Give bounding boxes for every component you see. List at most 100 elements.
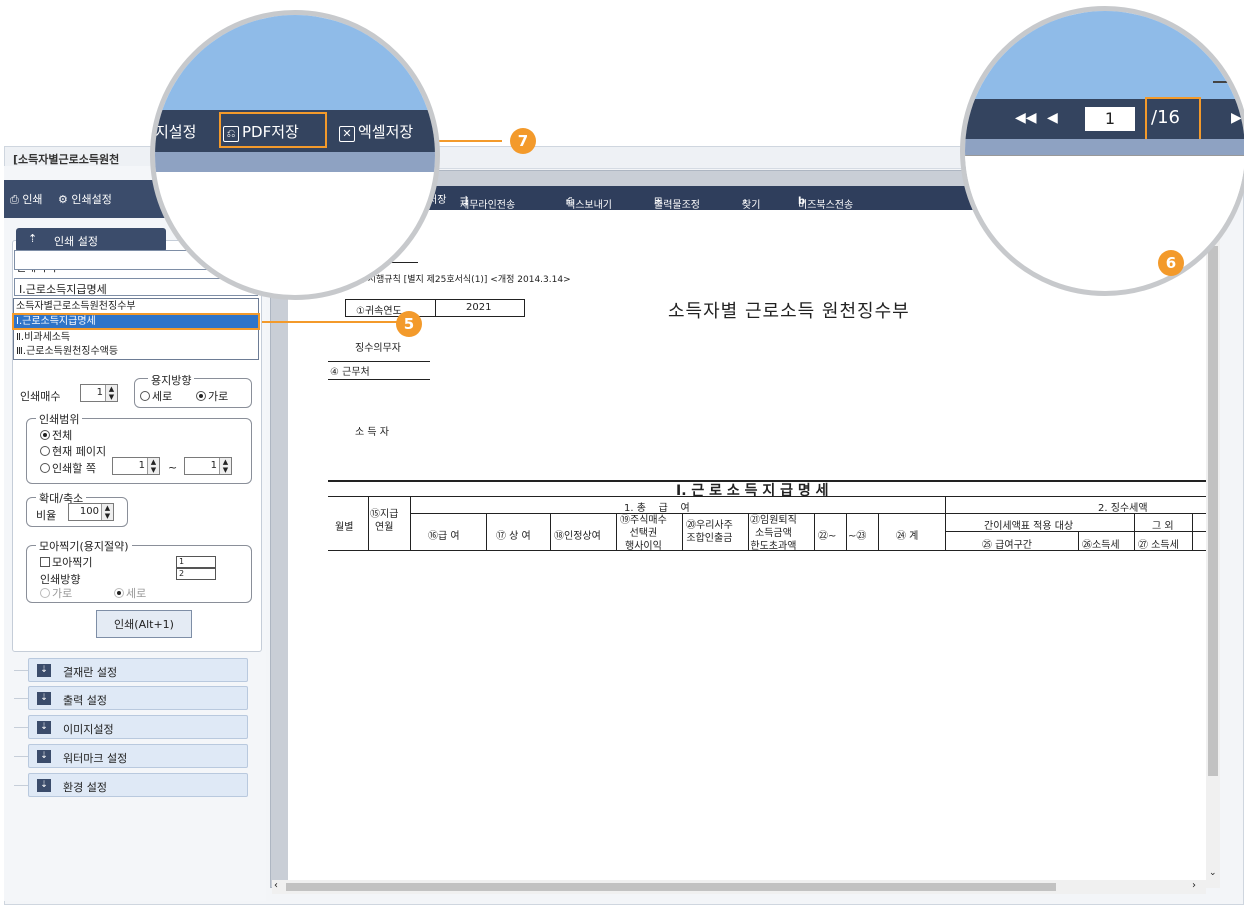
first-page-icon[interactable]: ◀◀: [1015, 110, 1037, 126]
prev-page-icon[interactable]: ◀: [1047, 110, 1058, 126]
col-blank-1: ㉒~: [818, 531, 837, 542]
table-col-line: [616, 513, 617, 550]
col-other: 그 외: [1152, 521, 1174, 532]
scroll-thumb[interactable]: [286, 883, 1056, 891]
expand-arrow-icon: ⇣: [37, 692, 51, 705]
print-settings-label: 인쇄설정: [71, 193, 112, 206]
format-selected-value[interactable]: Ⅰ.근로소득지급명세: [14, 278, 258, 296]
scroll-thumb[interactable]: [1208, 246, 1218, 776]
excel-save-label: 엑셀저장: [358, 123, 414, 141]
nup-dir-landscape-radio[interactable]: 가로: [40, 585, 72, 601]
scroll-left-icon[interactable]: ‹: [274, 880, 278, 891]
zoom-item-prev: 지설정: [155, 123, 197, 141]
callout-highlight-7: [219, 112, 327, 148]
radio-label: 인쇄할 쪽: [52, 462, 96, 475]
range-from-stepper[interactable]: 1 ▲ ▼: [112, 457, 160, 475]
range-to-stepper[interactable]: 1 ▲ ▼: [184, 457, 232, 475]
zoom-background: [155, 15, 435, 110]
callout-highlight-6: [1145, 97, 1201, 141]
nup-value-field-2[interactable]: 2: [176, 568, 216, 580]
col-bonus: ⑰ 상 여: [496, 531, 531, 542]
range-to-value: 1: [210, 460, 217, 471]
format-option[interactable]: Ⅱ.비과세소득: [14, 331, 258, 344]
zoom-value: 100: [79, 506, 99, 517]
toolbar-label: 찾기: [742, 200, 761, 211]
table-col-line: [945, 496, 946, 550]
range-current-radio[interactable]: 현재 페이지: [40, 443, 106, 459]
zoom-stepper[interactable]: 100 ▲ ▼: [68, 503, 114, 521]
radio-label: 전체: [52, 429, 73, 442]
expand-arrow-icon: ⇣: [37, 750, 51, 763]
radio-label: 현재 페이지: [52, 445, 107, 458]
accordion-output[interactable]: ⇣ 출력 설정: [28, 686, 248, 710]
accordion-image[interactable]: ⇣ 이미지설정: [28, 715, 248, 739]
vertical-scrollbar[interactable]: ⌄: [1206, 238, 1220, 888]
divider: [14, 785, 28, 786]
table-col-line: [814, 513, 815, 550]
zoom-page-area: [965, 155, 1244, 215]
col-paydate: ⑮지급 연월: [370, 509, 399, 533]
zoom-page-nav: ◀◀ ◀ 1 /16 ▶: [965, 97, 1244, 141]
accordion-label: 출력 설정: [63, 694, 107, 707]
next-page-icon[interactable]: ▶: [1231, 110, 1242, 126]
expand-arrow-icon: ⇣: [37, 721, 51, 734]
table-col-line: [550, 513, 551, 550]
print-settings-header[interactable]: ⇡ 인쇄 설정: [16, 228, 166, 252]
nup-legend: 모아찍기(용지절약): [36, 538, 132, 554]
stepper-arrows-icon[interactable]: ▲ ▼: [101, 504, 113, 520]
orientation-landscape-radio[interactable]: 가로: [196, 388, 228, 404]
minimize-icon[interactable]: [1213, 81, 1229, 83]
range-pages-radio[interactable]: 인쇄할 쪽: [40, 460, 96, 476]
print-button[interactable]: ⎙ 인쇄: [10, 191, 43, 207]
zoom-toolbar: 지설정 ⎌ PDF저장 ✕ 엑셀저장: [155, 110, 435, 152]
stepper-arrows-icon[interactable]: ▲ ▼: [105, 385, 117, 401]
earner-label: 소 득 자: [355, 427, 389, 438]
range-all-radio[interactable]: 전체: [40, 427, 72, 443]
divider: [14, 727, 28, 728]
stepper-arrows-icon[interactable]: ▲ ▼: [219, 458, 231, 474]
page-number-input[interactable]: 1: [1085, 107, 1135, 131]
radio-label: 가로: [52, 587, 73, 600]
workplace-label: ④ 근무처: [330, 367, 370, 378]
window-title: [소득자별근로소득원천: [13, 153, 120, 166]
orientation-portrait-radio[interactable]: 세로: [140, 388, 172, 404]
col-ownership: ⑳우리사주 조합인출금: [686, 520, 733, 544]
nup-dir-portrait-radio[interactable]: 세로: [114, 585, 146, 601]
nup-checkbox[interactable]: 모아찍기: [40, 554, 92, 570]
table-col-line: [846, 513, 847, 550]
horizontal-scrollbar[interactable]: ‹ ›: [272, 880, 1206, 894]
print-submit-button[interactable]: 인쇄(Alt+1): [96, 610, 192, 638]
accordion-environment[interactable]: ⇣ 환경 설정: [28, 773, 248, 797]
radio-label: 세로: [126, 587, 147, 600]
scroll-down-icon[interactable]: ⌄: [1209, 868, 1217, 878]
expand-arrow-icon: ⇣: [37, 779, 51, 792]
divider: [328, 361, 430, 362]
collapse-arrow-icon: ⇡: [28, 232, 38, 245]
range-separator: ~: [168, 461, 178, 474]
radio-icon: [140, 391, 150, 401]
stepper-arrows-icon[interactable]: ▲ ▼: [147, 458, 159, 474]
copies-stepper[interactable]: 1 ▲ ▼: [80, 384, 118, 402]
format-option[interactable]: Ⅲ.근로소득원천징수액등: [14, 345, 258, 358]
zoom-label: 비율: [36, 509, 57, 522]
table-col-line: [486, 513, 487, 550]
year-value: 2021: [466, 302, 492, 313]
toolbar-label: 출력물조정: [654, 200, 700, 211]
excel-icon: ✕: [339, 126, 355, 142]
col-income-tax-2: ㉗ 소득세: [1138, 540, 1179, 551]
accordion-approval[interactable]: ⇣ 결재란 설정: [28, 658, 248, 682]
col-retirement: ㉑임원퇴직 소득금액 한도초과액: [750, 515, 797, 552]
range-legend: 인쇄범위: [36, 411, 83, 427]
print-settings-button[interactable]: ⚙ 인쇄설정: [58, 191, 112, 207]
scroll-right-icon[interactable]: ›: [1192, 880, 1196, 891]
section-title: Ⅰ. 근 로 소 득 지 급 명 세: [676, 483, 829, 499]
excel-save-button[interactable]: ✕ 엑셀저장: [339, 121, 413, 142]
zoom-magnifier-left: 지설정 ⎌ PDF저장 ✕ 엑셀저장: [150, 10, 440, 300]
table-col-line: [878, 513, 879, 550]
accordion-label: 결재란 설정: [63, 666, 118, 679]
zoom-subbar: [965, 139, 1244, 155]
format-option[interactable]: 소득자별근로소득원천징수부: [14, 300, 258, 313]
nup-value-field-1[interactable]: 1: [176, 556, 216, 568]
doc-main-title: 소득자별 근로소득 원천징수부: [668, 301, 910, 322]
accordion-watermark[interactable]: ⇣ 워터마크 설정: [28, 744, 248, 768]
